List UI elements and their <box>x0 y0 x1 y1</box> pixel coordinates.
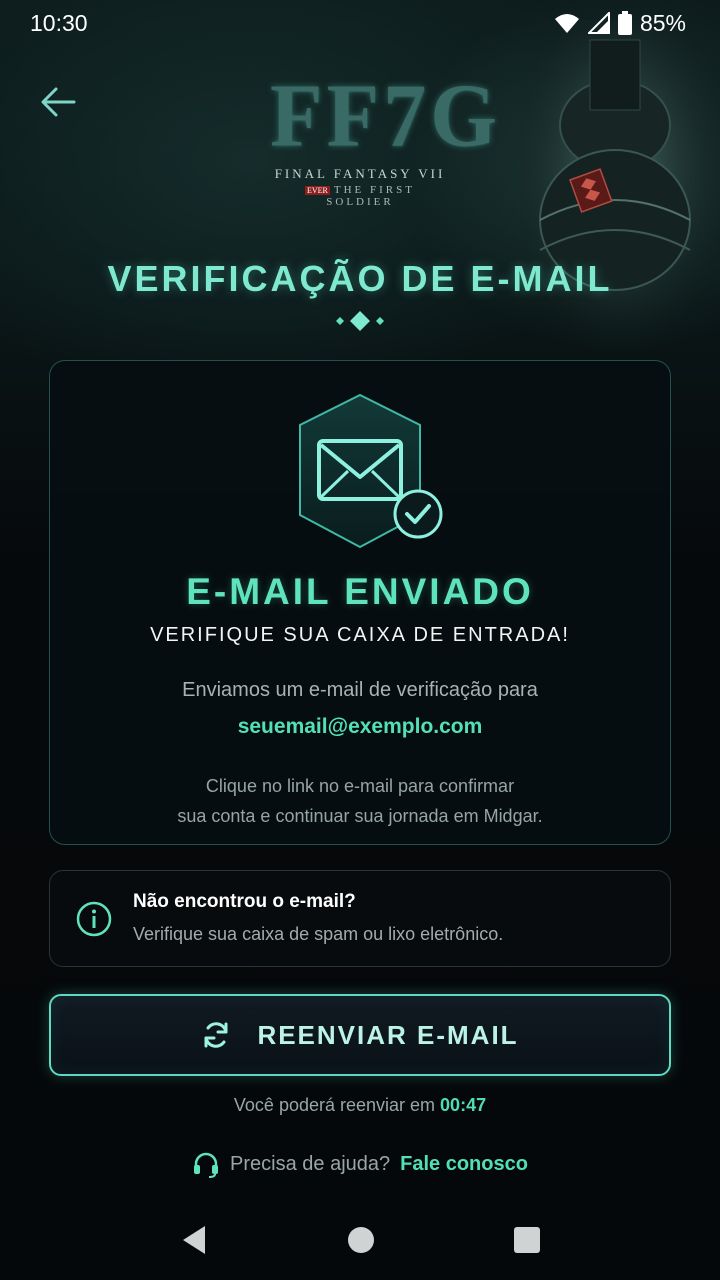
info-icon <box>76 901 112 937</box>
logo-line2: EVER THE FIRST SOLDIER <box>270 184 450 208</box>
battery-percent: 85% <box>639 9 686 36</box>
email-address: seuemail@exemplo.com <box>237 715 483 738</box>
logo-line2-text: THE FIRST SOLDIER <box>326 184 415 208</box>
title-divider <box>180 311 540 331</box>
status-bar: 10:30 85% <box>0 0 720 46</box>
sent-text: Enviamos um e-mail de verificação para <box>182 679 538 701</box>
instructions-line1: Clique no link no e-mail para confirmar <box>205 776 515 796</box>
timer-text: Você poderá reenviar em <box>233 1095 436 1115</box>
email-sent-card: E-MAIL ENVIADO VERIFIQUE SUA CAIXA DE EN… <box>49 360 671 845</box>
page-title: VERIFICAÇÃO DE E-MAIL <box>107 258 613 299</box>
arrow-left-icon <box>41 87 76 117</box>
nav-home-icon[interactable] <box>347 1226 375 1254</box>
envelope-check-icon <box>299 393 443 549</box>
status-icons: 85% <box>554 10 686 37</box>
instructions: Clique no link no e-mail para confirmar … <box>50 771 670 831</box>
nav-back-icon[interactable] <box>179 1224 209 1256</box>
help-text: Precisa de ajuda? <box>230 1152 391 1175</box>
nav-recents-icon[interactable] <box>513 1226 541 1254</box>
wifi-icon <box>554 14 579 33</box>
info-title: Não encontrou o e-mail? <box>133 891 356 912</box>
resend-label: REENVIAR E-MAIL <box>257 1019 519 1050</box>
refresh-icon <box>204 1022 228 1048</box>
logo-mark: FF7G <box>270 64 501 166</box>
card-heading: E-MAIL ENVIADO <box>186 571 534 612</box>
status-time: 10:30 <box>30 9 88 36</box>
help-row: Precisa de ajuda? Fale conosco <box>0 1150 720 1178</box>
info-text: Verifique sua caixa de spam ou lixo elet… <box>133 924 504 944</box>
battery-icon <box>617 11 632 35</box>
game-logo: FF7G FINAL FANTASY VII EVER THE FIRST SOL… <box>270 60 501 220</box>
back-button[interactable] <box>36 80 80 124</box>
signal-icon <box>587 12 610 34</box>
card-subheading: VERIFIQUE SUA CAIXA DE ENTRADA! <box>150 624 570 646</box>
instructions-line2: sua conta e continuar sua jornada em Mid… <box>177 806 543 826</box>
android-nav-bar <box>0 1200 720 1280</box>
timer-value: 00:47 <box>440 1095 487 1115</box>
resend-email-button[interactable]: REENVIAR E-MAIL <box>49 994 671 1076</box>
headset-icon <box>194 1152 219 1178</box>
resend-timer: Você poderá reenviar em 00:47 <box>0 1095 720 1116</box>
midgar-tower-illustration <box>520 20 720 350</box>
spam-info-box: Não encontrou o e-mail? Verifique sua ca… <box>49 870 671 967</box>
logo-badge: EVER <box>305 185 330 195</box>
contact-link[interactable]: Fale conosco <box>400 1153 528 1176</box>
